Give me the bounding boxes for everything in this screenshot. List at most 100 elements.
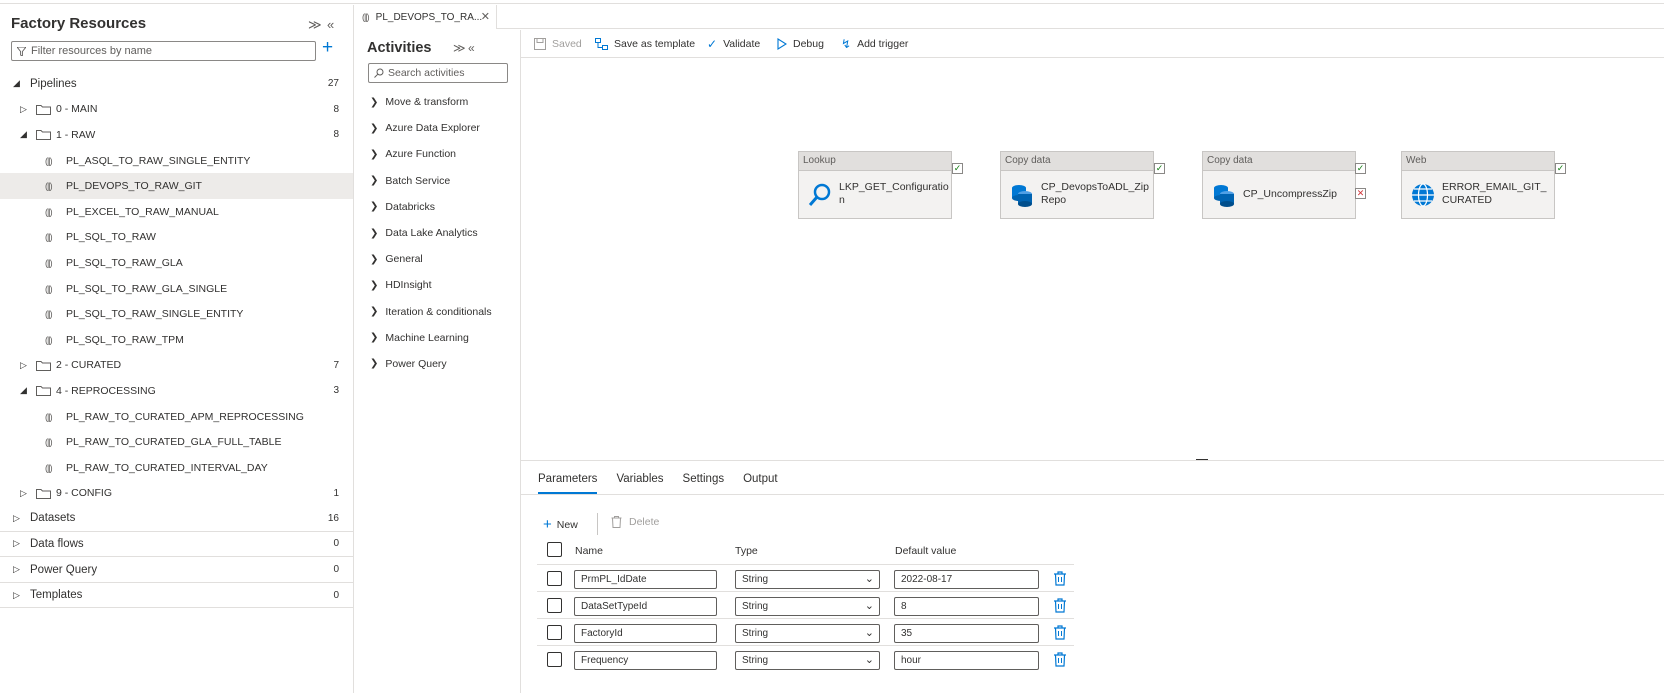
tree-pipeline-item[interactable]: (||) PL_RAW_TO_CURATED_INTERVAL_DAY	[0, 455, 353, 481]
search-activities-input[interactable]	[388, 67, 506, 79]
parameter-type-select[interactable]: String ⌄	[735, 624, 880, 643]
parameter-type-value: String	[742, 655, 769, 666]
parameters-table: Name Type Default value String⌄String⌄St…	[537, 539, 1074, 672]
lightning-icon: ↯	[841, 36, 852, 51]
activity-category[interactable]: ❯ Azure Function	[370, 141, 492, 167]
trash-icon[interactable]	[1053, 652, 1067, 667]
parameter-name-input[interactable]	[574, 624, 717, 643]
parameter-default-input[interactable]	[894, 624, 1039, 643]
activity-category[interactable]: ❯ Batch Service	[370, 168, 492, 194]
caret-collapsed-icon: ▷	[13, 512, 20, 523]
trash-icon[interactable]	[1053, 598, 1067, 613]
trash-icon[interactable]	[1053, 625, 1067, 640]
activity-category[interactable]: ❯ Azure Data Explorer	[370, 115, 492, 141]
success-output-handle[interactable]: ✓	[1555, 163, 1566, 174]
tree-pipeline-item[interactable]: (||) PL_SQL_TO_RAW_SINGLE_ENTITY	[0, 301, 353, 327]
factory-resources-title: Factory Resources	[11, 15, 147, 32]
success-output-handle[interactable]: ✓	[1355, 163, 1366, 174]
add-resource-icon[interactable]: +	[322, 38, 333, 58]
delete-parameter-button[interactable]: Delete	[611, 516, 659, 528]
parameter-type-select[interactable]: String ⌄	[735, 570, 880, 589]
activity-node-copy-1[interactable]: Copy data CP_DevopsToADL_ZipRepo	[1000, 151, 1154, 219]
tree-pipeline-item[interactable]: (||) PL_SQL_TO_RAW_GLA	[0, 250, 353, 276]
tree-folder[interactable]: ▷ 2 - CURATED 7	[0, 353, 353, 379]
tab-parameters[interactable]: Parameters	[538, 473, 598, 494]
debug-button[interactable]: Debug	[777, 38, 824, 50]
tab-output[interactable]: Output	[743, 473, 778, 494]
parameter-default-input[interactable]	[894, 570, 1039, 589]
pipeline-toolbar: Saved Save as template ✓ Validate Debug …	[521, 30, 1664, 58]
failure-output-handle[interactable]: ✕	[1355, 188, 1366, 199]
parameter-default-input[interactable]	[894, 651, 1039, 670]
tree-pipeline-item[interactable]: (||) PL_RAW_TO_CURATED_GLA_FULL_TABLE	[0, 429, 353, 455]
tree-section-templates[interactable]: ▷ Templates 0	[0, 583, 353, 609]
activity-node-lookup[interactable]: Lookup LKP_GET_Configuration	[798, 151, 952, 219]
activity-category[interactable]: ❯ HDInsight	[370, 272, 492, 298]
activity-category[interactable]: ❯ Data Lake Analytics	[370, 220, 492, 246]
parameter-name-input[interactable]	[574, 570, 717, 589]
activity-category-label: HDInsight	[385, 279, 432, 292]
new-parameter-button[interactable]: + New	[543, 516, 578, 533]
filter-resources-box[interactable]	[11, 41, 316, 61]
row-checkbox[interactable]	[547, 598, 562, 613]
tree-folder[interactable]: ◢ 4 - REPROCESSING 3	[0, 378, 353, 404]
tree-pipeline-item[interactable]: (||) PL_SQL_TO_RAW	[0, 225, 353, 251]
activity-node-web[interactable]: Web ERROR_EMAIL_GIT_CURATED	[1401, 151, 1555, 219]
tree-pipeline-item[interactable]: (||) PL_SQL_TO_RAW_TPM	[0, 327, 353, 353]
activity-category[interactable]: ❯ Move & transform	[370, 89, 492, 115]
validate-button[interactable]: ✓ Validate	[707, 37, 760, 51]
pipeline-icon: (||)	[45, 155, 53, 166]
pipeline-canvas[interactable]: Lookup LKP_GET_Configuration ✓ Copy data…	[521, 59, 1664, 460]
tree-pipeline-item[interactable]: (||) PL_SQL_TO_RAW_GLA_SINGLE	[0, 276, 353, 302]
parameter-type-select[interactable]: String ⌄	[735, 597, 880, 616]
activity-category[interactable]: ❯ Iteration & conditionals	[370, 299, 492, 325]
chevron-right-icon: ❯	[370, 358, 379, 370]
activity-category[interactable]: ❯ Machine Learning	[370, 325, 492, 351]
tab-settings[interactable]: Settings	[683, 473, 725, 494]
activity-category[interactable]: ❯ Databricks	[370, 194, 492, 220]
add-trigger-button[interactable]: ↯ Add trigger	[841, 37, 908, 51]
properties-tabs: Parameters Variables Settings Output	[538, 473, 797, 494]
tree-pipeline-item[interactable]: (||) PL_DEVOPS_TO_RAW_GIT	[0, 173, 353, 199]
success-output-handle[interactable]: ✓	[952, 163, 963, 174]
hide-panel-icon[interactable]: «	[327, 17, 334, 32]
tab-variables[interactable]: Variables	[616, 473, 663, 494]
row-checkbox[interactable]	[547, 571, 562, 586]
collapse-activities-icon[interactable]: ≫	[453, 41, 466, 55]
pipeline-tab-label: PL_DEVOPS_TO_RA...	[375, 11, 483, 23]
chevron-right-icon: ❯	[370, 175, 379, 187]
trash-icon[interactable]	[1053, 571, 1067, 586]
save-as-template-button[interactable]: Save as template	[595, 37, 695, 50]
tree-folder[interactable]: ▷ 9 - CONFIG 1	[0, 481, 353, 507]
tree-folder[interactable]: ▷ 0 - MAIN 8	[0, 97, 353, 123]
tree-section-data-flows[interactable]: ▷ Data flows 0	[0, 532, 353, 558]
parameter-name-input[interactable]	[574, 651, 717, 670]
parameter-name-input[interactable]	[574, 597, 717, 616]
tree-pipeline-item[interactable]: (||) PL_EXCEL_TO_RAW_MANUAL	[0, 199, 353, 225]
pipeline-label: PL_SQL_TO_RAW_GLA	[66, 256, 183, 269]
filter-resources-input[interactable]	[31, 45, 301, 57]
collapse-all-icon[interactable]: ≫	[308, 17, 322, 33]
parameter-type-select[interactable]: String ⌄	[735, 651, 880, 670]
tree-pipeline-item[interactable]: (||) PL_RAW_TO_CURATED_APM_REPROCESSING	[0, 404, 353, 430]
close-tab-icon[interactable]: ✕	[481, 10, 490, 23]
parameter-default-input[interactable]	[894, 597, 1039, 616]
success-output-handle[interactable]: ✓	[1154, 163, 1165, 174]
saved-button[interactable]: Saved	[534, 37, 582, 50]
activity-category[interactable]: ❯ Power Query	[370, 351, 492, 377]
hide-activities-icon[interactable]: «	[468, 41, 475, 55]
chevron-down-icon: ⌄	[864, 654, 874, 666]
select-all-checkbox[interactable]	[547, 542, 562, 557]
folder-label: 4 - REPROCESSING	[56, 384, 156, 397]
activity-node-copy-2[interactable]: Copy data CP_UncompressZip	[1202, 151, 1356, 219]
row-checkbox[interactable]	[547, 625, 562, 640]
pipeline-tab[interactable]: (||) PL_DEVOPS_TO_RA... ✕	[354, 5, 497, 29]
tree-pipelines[interactable]: ◢ Pipelines 27	[0, 71, 353, 97]
tree-section-power-query[interactable]: ▷ Power Query 0	[0, 557, 353, 583]
tree-section-datasets[interactable]: ▷ Datasets 16	[0, 506, 353, 532]
activity-category[interactable]: ❯ General	[370, 246, 492, 272]
tree-pipeline-item[interactable]: (||) PL_ASQL_TO_RAW_SINGLE_ENTITY	[0, 148, 353, 174]
row-checkbox[interactable]	[547, 652, 562, 667]
tree-folder[interactable]: ◢ 1 - RAW 8	[0, 122, 353, 148]
search-activities-box[interactable]	[368, 63, 508, 83]
